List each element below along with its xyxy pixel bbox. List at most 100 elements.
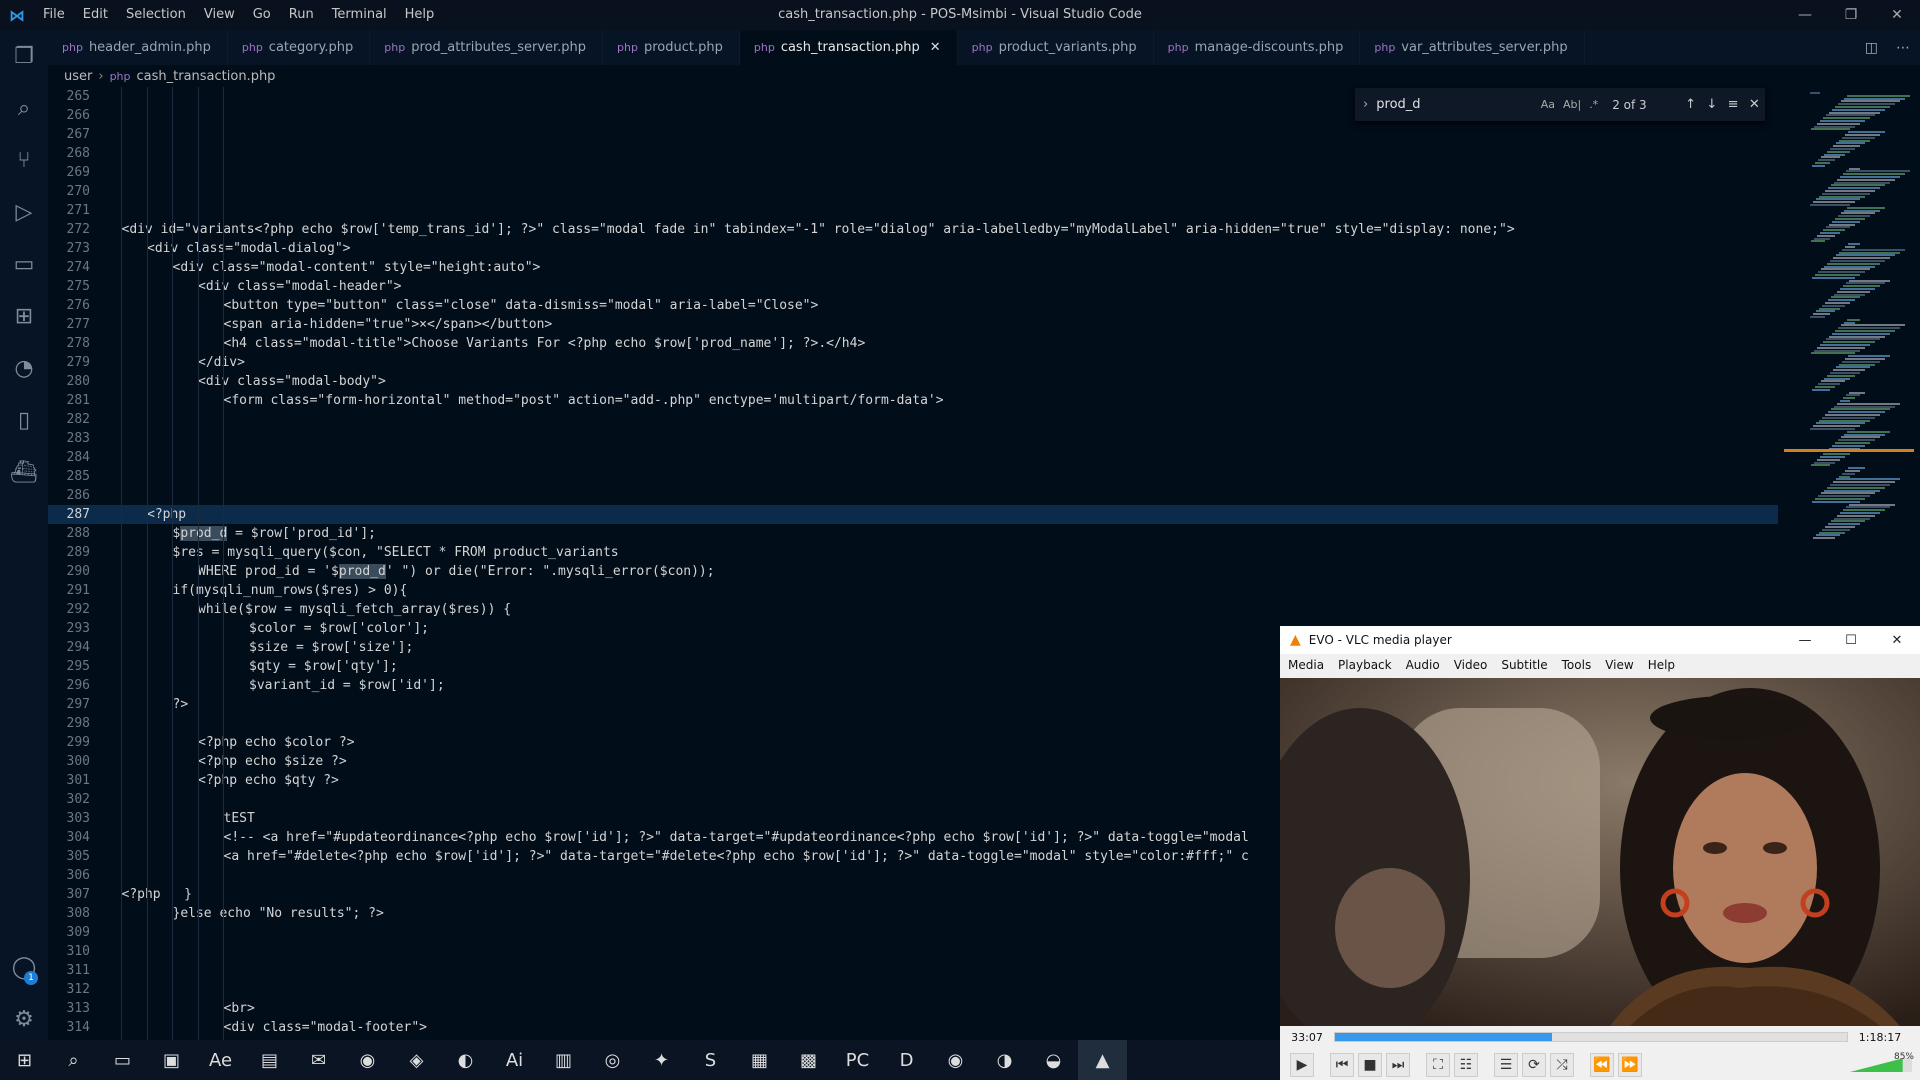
app-d-icon[interactable]: D <box>882 1040 931 1080</box>
code-line[interactable]: 290 WHERE prod_id = '$prod_d' ") or die("… <box>48 562 1778 581</box>
vlc-menu-playback[interactable]: Playback <box>1338 658 1392 672</box>
code-line[interactable]: 285 <box>48 467 1778 486</box>
settings-gear-icon[interactable]: ⚙ <box>0 993 48 1045</box>
match-case-toggle[interactable]: Aa <box>1541 98 1555 111</box>
tab-close-icon[interactable]: ✕ <box>930 40 941 55</box>
code-line[interactable]: 274 <div class="modal-content" style="hei… <box>48 258 1778 277</box>
breadcrumb-folder[interactable]: user <box>64 69 92 84</box>
equalizer-icon[interactable]: ▦ <box>735 1040 784 1080</box>
tab-header-admin[interactable]: php header_admin.php <box>48 30 228 65</box>
code-line[interactable]: 276 <button type="button" class="close" d… <box>48 296 1778 315</box>
git-graph-icon[interactable]: ◔ <box>0 342 48 394</box>
split-editor-icon[interactable]: ◫ <box>1865 40 1878 56</box>
extensions-icon[interactable]: ⊞ <box>0 290 48 342</box>
regex-toggle[interactable]: .* <box>1589 98 1598 111</box>
media-icon[interactable]: ◎ <box>588 1040 637 1080</box>
chrome-icon-2[interactable]: ◉ <box>931 1040 980 1080</box>
close-find-icon[interactable]: ✕ <box>1744 97 1765 112</box>
menu-terminal[interactable]: Terminal <box>323 0 396 30</box>
tab-category[interactable]: php category.php <box>228 30 371 65</box>
vlc-menu-audio[interactable]: Audio <box>1406 658 1440 672</box>
menu-file[interactable]: File <box>34 0 74 30</box>
office-icon[interactable]: ▩ <box>784 1040 833 1080</box>
previous-match-icon[interactable]: ↑ <box>1680 97 1701 112</box>
code-line[interactable]: 283 <box>48 429 1778 448</box>
search-icon[interactable]: ⌕ <box>49 1040 98 1080</box>
vscode-icon[interactable]: ◈ <box>392 1040 441 1080</box>
maximize-button[interactable]: ❐ <box>1828 0 1874 30</box>
mail-icon[interactable]: ✉ <box>294 1040 343 1080</box>
code-line[interactable]: 284 <box>48 448 1778 467</box>
playlist-icon[interactable]: ☰ <box>1494 1053 1518 1077</box>
code-line[interactable]: 277 <span aria-hidden="true">×</span></bu… <box>48 315 1778 334</box>
code-line[interactable]: 287 <?php <box>48 505 1778 524</box>
menu-selection[interactable]: Selection <box>117 0 195 30</box>
source-control-icon[interactable]: ⑂ <box>0 134 48 186</box>
illustrator-icon[interactable]: Ai <box>490 1040 539 1080</box>
firefox-icon[interactable]: ◒ <box>1029 1040 1078 1080</box>
bookmarks-icon[interactable]: ▯ <box>0 394 48 446</box>
breadcrumb-file[interactable]: cash_transaction.php <box>137 69 276 84</box>
twitter-icon[interactable]: ✦ <box>637 1040 686 1080</box>
start-icon[interactable]: ⊞ <box>0 1040 49 1080</box>
vlc-menu-media[interactable]: Media <box>1288 658 1324 672</box>
tab-prod-attributes-server[interactable]: php prod_attributes_server.php <box>370 30 604 65</box>
code-line[interactable]: 278 <h4 class="modal-title">Choose Varian… <box>48 334 1778 353</box>
loop-icon[interactable]: ⟳ <box>1522 1053 1546 1077</box>
vlc-menu-video[interactable]: Video <box>1454 658 1488 672</box>
more-actions-icon[interactable]: ⋯ <box>1896 40 1910 56</box>
frame-forward-icon[interactable]: ⏩ <box>1618 1053 1642 1077</box>
browser-icon[interactable]: ◑ <box>980 1040 1029 1080</box>
chrome-icon[interactable]: ◉ <box>343 1040 392 1080</box>
frame-back-icon[interactable]: ⏪ <box>1590 1053 1614 1077</box>
run-debug-icon[interactable]: ▷ <box>0 186 48 238</box>
vlc-menu-view[interactable]: View <box>1605 658 1633 672</box>
code-line[interactable]: 286 <box>48 486 1778 505</box>
document-icon[interactable]: ▥ <box>539 1040 588 1080</box>
docker-icon[interactable]: ⛴ <box>0 446 48 498</box>
store-icon[interactable]: ▤ <box>245 1040 294 1080</box>
toggle-replace-icon[interactable]: › <box>1355 97 1376 112</box>
tab-var-attributes-server[interactable]: php var_attributes_server.php <box>1360 30 1585 65</box>
task-view-icon[interactable]: ▭ <box>98 1040 147 1080</box>
tab-manage-discounts[interactable]: php manage-discounts.php <box>1154 30 1361 65</box>
tab-product[interactable]: php product.php <box>603 30 740 65</box>
vlc-close-button[interactable]: ✕ <box>1874 626 1920 654</box>
find-input[interactable]: prod_d <box>1376 97 1540 112</box>
previous-chapter-icon[interactable]: ⏮ <box>1330 1053 1354 1077</box>
whole-word-toggle[interactable]: Ab| <box>1563 98 1581 111</box>
tab-cash-transaction[interactable]: php cash_transaction.php ✕ <box>739 30 958 65</box>
code-line[interactable]: 272 <div id="variants<?php echo $row['tem… <box>48 220 1778 239</box>
vlc-minimize-button[interactable]: — <box>1782 626 1828 654</box>
code-line[interactable]: 268 <box>48 144 1778 163</box>
file-explorer-icon[interactable]: ▣ <box>147 1040 196 1080</box>
code-line[interactable]: 282 <box>48 410 1778 429</box>
menu-view[interactable]: View <box>195 0 244 30</box>
menu-help[interactable]: Help <box>396 0 444 30</box>
next-chapter-icon[interactable]: ⏭ <box>1386 1053 1410 1077</box>
skype-icon[interactable]: S <box>686 1040 735 1080</box>
code-line[interactable]: 270 <box>48 182 1778 201</box>
fullscreen-icon[interactable]: ⛶ <box>1426 1053 1450 1077</box>
video-frame[interactable] <box>1280 678 1920 1026</box>
code-line[interactable]: 291 if(mysqli_num_rows($res) > 0){ <box>48 581 1778 600</box>
pycharm-icon[interactable]: PC <box>833 1040 882 1080</box>
explorer-icon[interactable]: ❐ <box>0 30 48 82</box>
code-line[interactable]: 275 <div class="modal-header"> <box>48 277 1778 296</box>
edge-icon[interactable]: ◐ <box>441 1040 490 1080</box>
code-line[interactable]: 269 <box>48 163 1778 182</box>
stop-icon[interactable]: ■ <box>1358 1053 1382 1077</box>
shuffle-icon[interactable]: ⤮ <box>1550 1053 1574 1077</box>
after-effects-icon[interactable]: Ae <box>196 1040 245 1080</box>
menu-edit[interactable]: Edit <box>74 0 117 30</box>
code-line[interactable]: 280 <div class="modal-body"> <box>48 372 1778 391</box>
remote-explorer-icon[interactable]: ▭ <box>0 238 48 290</box>
close-window-button[interactable]: ✕ <box>1874 0 1920 30</box>
code-line[interactable]: 271 <box>48 201 1778 220</box>
minimize-button[interactable]: — <box>1782 0 1828 30</box>
code-line[interactable]: 279 </div> <box>48 353 1778 372</box>
code-line[interactable]: 289 $res = mysqli_query($con, "SELECT * F… <box>48 543 1778 562</box>
code-line[interactable]: 267 <box>48 125 1778 144</box>
vlc-icon[interactable]: ▲ <box>1078 1040 1127 1080</box>
menu-go[interactable]: Go <box>244 0 280 30</box>
